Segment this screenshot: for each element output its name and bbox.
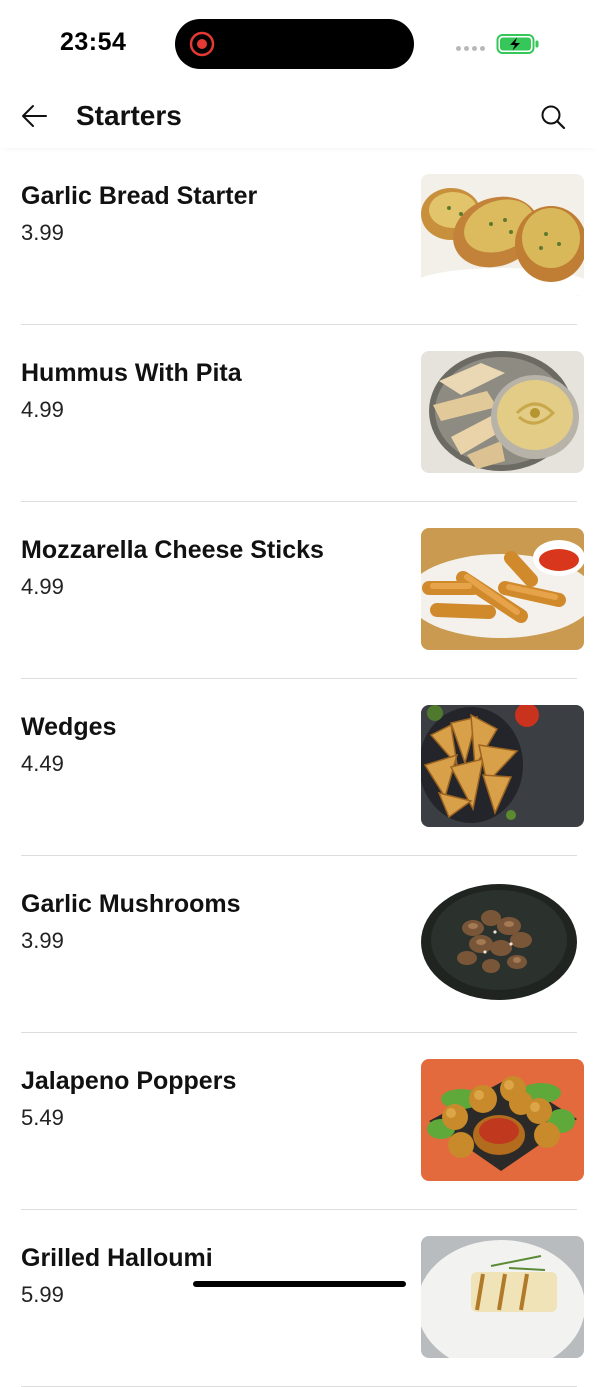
item-name: Hummus With Pita <box>21 359 242 387</box>
status-time: 23:54 <box>60 28 127 56</box>
garlic-bread-photo <box>421 174 584 296</box>
item-name: Wedges <box>21 713 117 741</box>
item-price: 3.99 <box>21 928 64 953</box>
menu-item[interactable]: Mozzarella Cheese Sticks 4.99 <box>0 502 598 679</box>
jalapeno-poppers-photo <box>421 1059 584 1181</box>
hummus-pita-photo <box>421 351 584 473</box>
item-name: Garlic Bread Starter <box>21 182 258 210</box>
item-price: 5.99 <box>21 1282 64 1307</box>
menu-item[interactable]: Hummus With Pita 4.99 <box>0 325 598 502</box>
battery-charging-icon <box>496 34 539 54</box>
menu-item[interactable]: Garlic Mushrooms 3.99 <box>0 856 598 1033</box>
grilled-halloumi-photo <box>421 1236 584 1358</box>
item-price: 4.99 <box>21 397 64 422</box>
item-price: 4.99 <box>21 574 64 599</box>
back-button[interactable] <box>18 101 52 131</box>
menu-item[interactable]: Wedges 4.49 <box>0 679 598 856</box>
search-icon <box>541 105 566 130</box>
page-title: Starters <box>76 100 182 131</box>
menu-list: Garlic Bread Starter 3.99 Hummus With Pi… <box>0 148 598 1387</box>
potato-wedges-photo <box>421 705 584 827</box>
arrow-left-icon <box>22 105 47 127</box>
signal-icon <box>456 46 485 51</box>
item-price: 5.49 <box>21 1105 64 1130</box>
item-price: 3.99 <box>21 220 64 245</box>
item-name: Garlic Mushrooms <box>21 890 241 918</box>
menu-item[interactable]: Grilled Halloumi 5.99 <box>0 1210 598 1387</box>
dynamic-island <box>175 19 414 69</box>
item-name: Jalapeno Poppers <box>21 1067 237 1095</box>
status-bar: 23:54 <box>0 0 598 86</box>
menu-item[interactable]: Garlic Bread Starter 3.99 <box>0 148 598 325</box>
screen-recording-icon <box>189 31 215 57</box>
search-button[interactable] <box>538 102 568 132</box>
item-name: Mozzarella Cheese Sticks <box>21 536 324 564</box>
item-name: Grilled Halloumi <box>21 1244 213 1272</box>
home-indicator[interactable] <box>193 1281 406 1287</box>
menu-item[interactable]: Jalapeno Poppers 5.49 <box>0 1033 598 1210</box>
garlic-mushrooms-photo <box>421 882 584 1004</box>
mozzarella-sticks-photo <box>421 528 584 650</box>
app-header: Starters <box>0 86 598 148</box>
item-price: 4.49 <box>21 751 64 776</box>
